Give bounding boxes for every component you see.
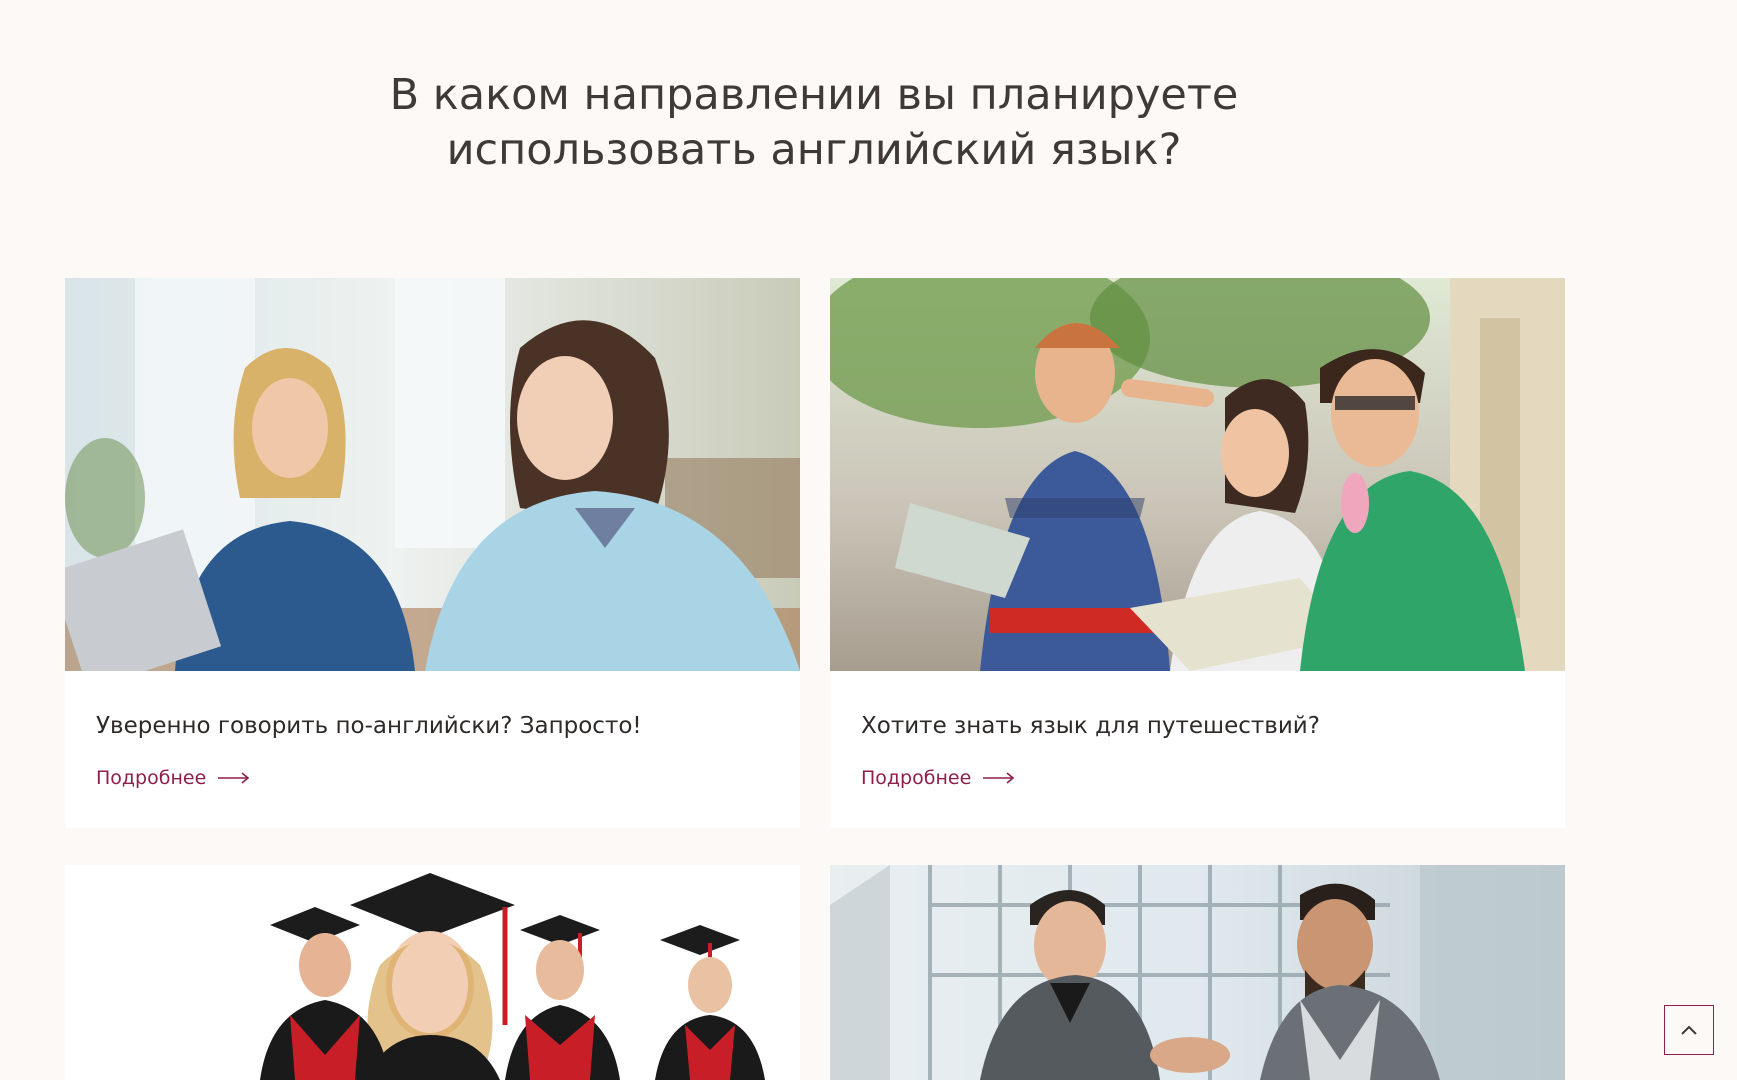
travelers-with-map-photo [830,278,1565,671]
more-link[interactable]: Подробнее [861,767,1015,789]
more-link-label: Подробнее [96,767,207,789]
card-image-business [830,865,1565,1080]
scroll-to-top-button[interactable] [1664,1005,1714,1055]
more-link-label: Подробнее [861,767,972,789]
card-image-travelers [830,278,1565,671]
page: В каком направлении вы планируете исполь… [0,0,1737,1080]
direction-card-travel[interactable]: Хотите знать язык для путешествий? Подро… [830,278,1565,828]
card-image-graduates [65,865,800,1080]
section-title-line-1: В каком направлении вы планируете [389,70,1239,120]
long-arrow-right-icon [218,772,250,784]
card-body: Хотите знать язык для путешествий? Подро… [830,671,1565,789]
long-arrow-right-icon [983,772,1015,784]
card-title: Хотите знать язык для путешествий? [861,713,1320,739]
graduates-in-caps-photo [65,865,800,1080]
business-handshake-photo [830,865,1565,1080]
chevron-up-icon [1681,1025,1697,1035]
card-title: Уверенно говорить по-английски? Запросто… [96,713,642,739]
card-image-students [65,278,800,671]
section-title-line-2: использовать английский язык? [446,125,1182,175]
direction-card-speaking[interactable]: Уверенно говорить по-английски? Запросто… [65,278,800,828]
students-smiling-photo [65,278,800,671]
card-body: Уверенно говорить по-английски? Запросто… [65,671,800,789]
direction-card-business[interactable] [830,865,1565,1080]
direction-card-education[interactable] [65,865,800,1080]
more-link[interactable]: Подробнее [96,767,250,789]
section-title: В каком направлении вы планируете исполь… [0,68,1628,178]
